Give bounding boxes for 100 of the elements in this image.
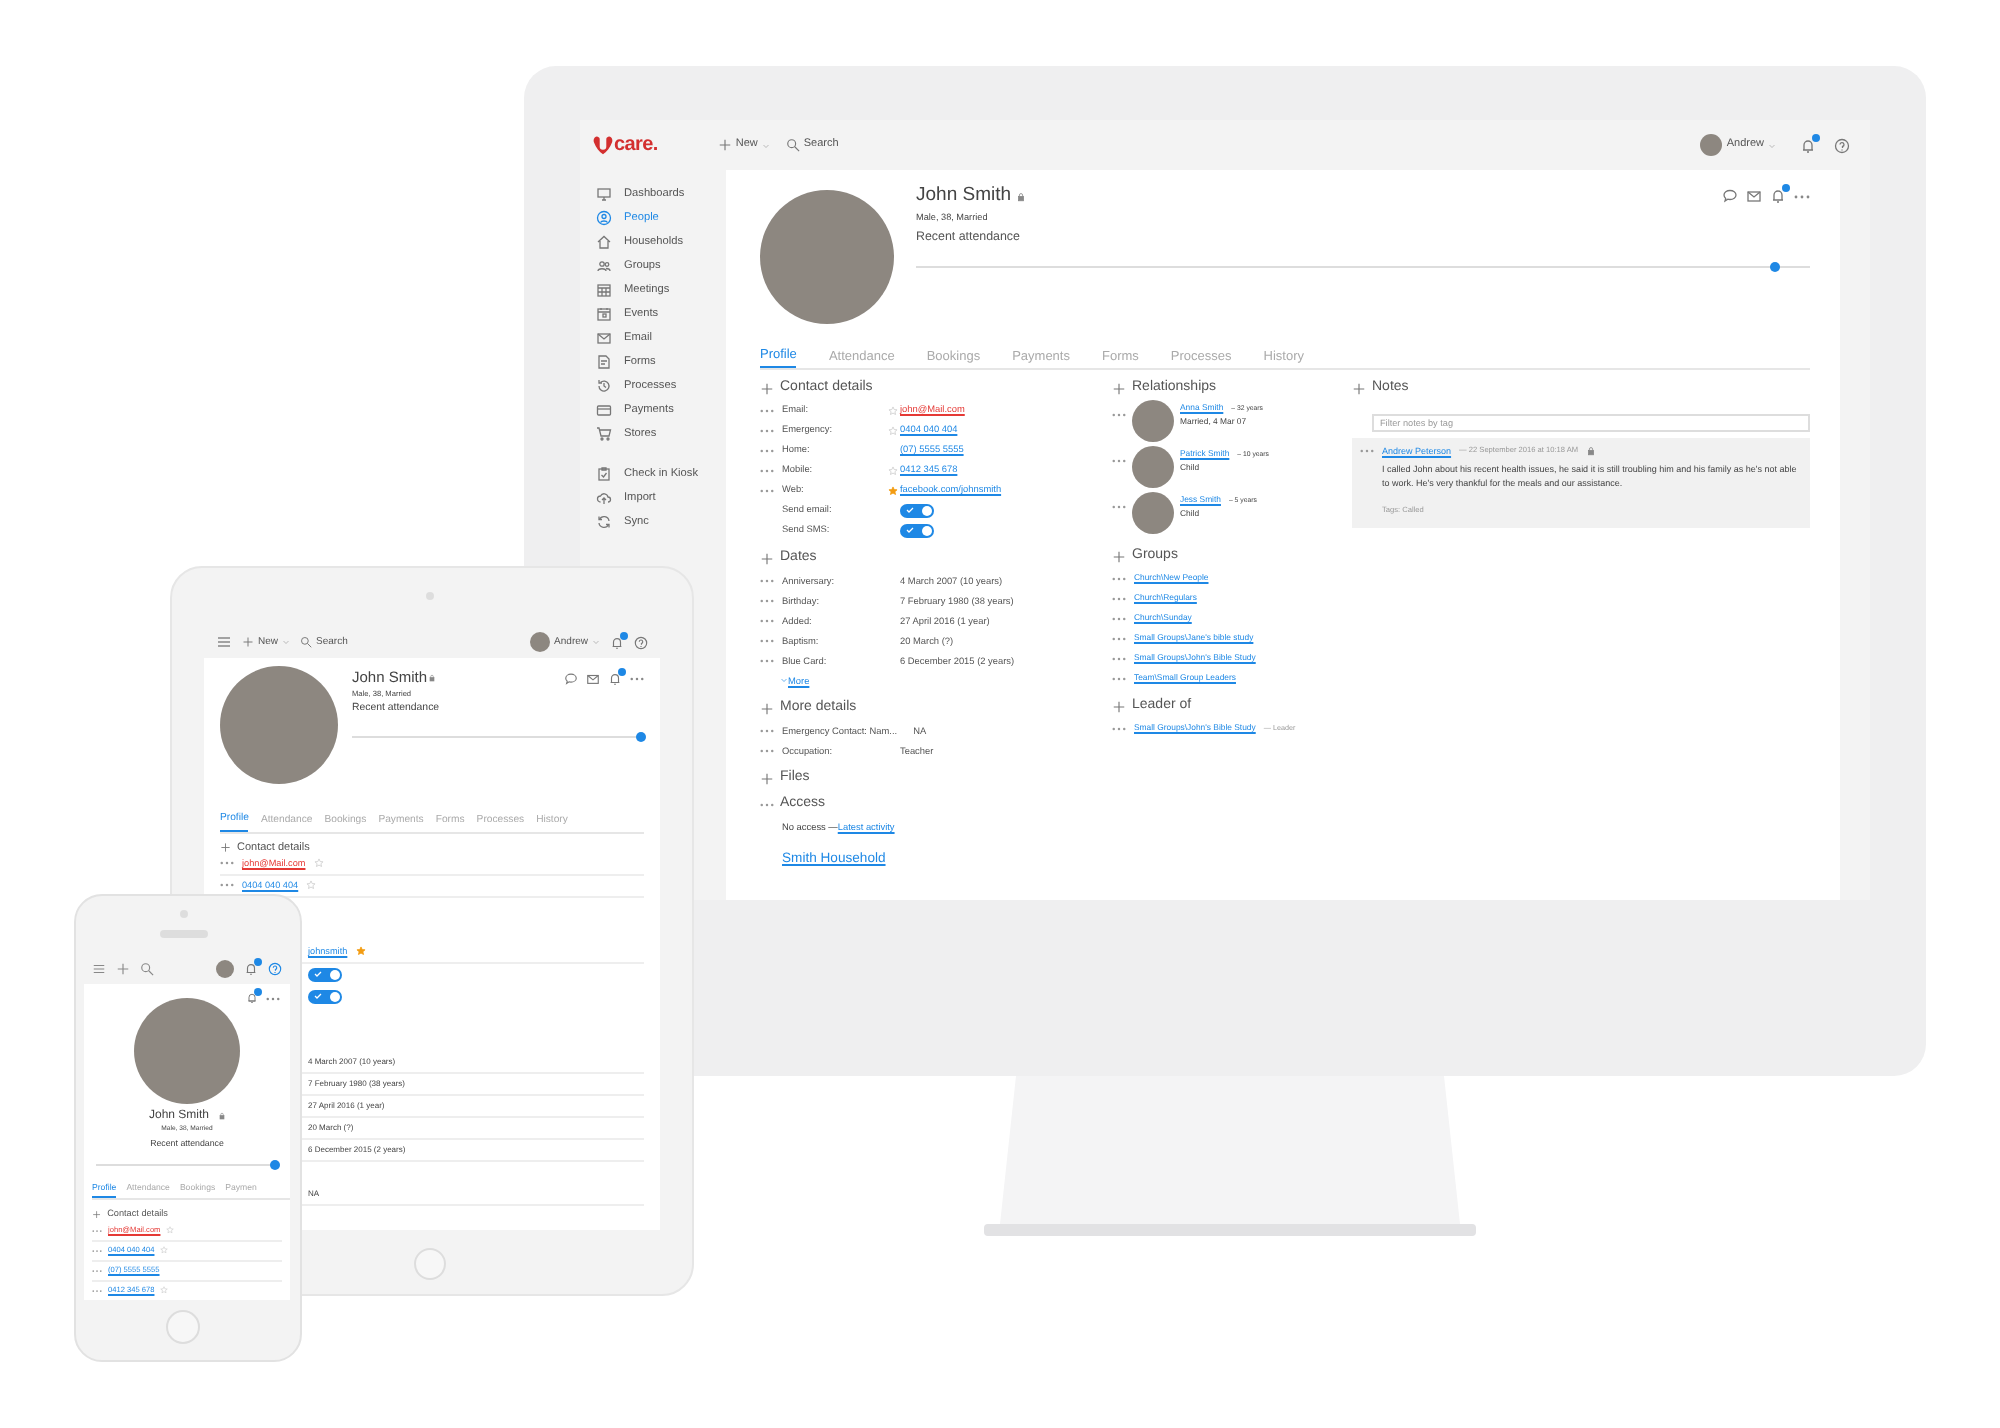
more-icon — [760, 407, 774, 414]
toggle-switch[interactable] — [308, 989, 342, 1004]
slider-thumb[interactable] — [269, 1159, 280, 1170]
plus-icon — [760, 551, 774, 566]
notification-button[interactable] — [1800, 137, 1816, 153]
more-icon — [760, 427, 774, 434]
cloud-upload-icon — [596, 490, 612, 506]
help-icon[interactable] — [634, 635, 648, 649]
more-icon — [760, 801, 774, 808]
toggle-switch[interactable] — [900, 523, 934, 538]
check-icon — [314, 992, 322, 1001]
more-icon — [1112, 615, 1126, 622]
more-icon — [760, 747, 774, 754]
star-icon[interactable] — [888, 425, 898, 436]
chat-icon[interactable] — [1722, 188, 1738, 205]
envelope-icon[interactable] — [586, 671, 600, 686]
star-icon[interactable] — [306, 880, 317, 891]
help-icon[interactable] — [268, 962, 282, 976]
more-icon — [1112, 635, 1126, 642]
clipboard-icon — [596, 466, 612, 482]
slider-thumb[interactable] — [1769, 262, 1780, 273]
more-icon — [760, 467, 774, 474]
toggle-switch[interactable] — [308, 967, 342, 982]
bell-icon — [244, 962, 258, 976]
people-icon — [596, 258, 612, 274]
check-icon — [906, 526, 914, 535]
house-icon — [596, 234, 612, 250]
more-icon — [760, 447, 774, 454]
calendar-icon — [596, 306, 612, 322]
bell-icon — [608, 671, 622, 686]
lock-icon — [217, 1112, 225, 1121]
history-icon — [596, 378, 612, 394]
bell-icon — [246, 992, 258, 1004]
more-icon — [1112, 504, 1126, 511]
more-icon — [220, 882, 234, 889]
bell-icon — [1770, 188, 1786, 205]
notification-button[interactable] — [244, 962, 258, 976]
star-icon[interactable] — [166, 1226, 175, 1235]
check-icon — [906, 506, 914, 515]
more-icon — [1112, 458, 1126, 465]
avatar — [1700, 134, 1723, 156]
search-icon[interactable] — [140, 962, 154, 976]
plus-icon[interactable] — [116, 962, 130, 976]
envelope-icon[interactable] — [1746, 188, 1762, 205]
star-icon[interactable] — [888, 465, 898, 476]
search-icon — [300, 636, 313, 648]
document-icon — [596, 354, 612, 370]
bell-icon — [1800, 137, 1816, 153]
toggle-switch[interactable] — [900, 503, 934, 518]
more-icon — [760, 657, 774, 664]
notification-button[interactable] — [1770, 188, 1786, 205]
menu-icon[interactable] — [216, 634, 232, 650]
notification-badge — [618, 667, 626, 676]
plus-icon — [717, 138, 732, 152]
help-icon[interactable] — [1834, 137, 1850, 153]
photo-placeholder — [1132, 446, 1174, 489]
photo-placeholder — [1132, 492, 1174, 535]
notification-button[interactable] — [608, 671, 622, 686]
person-name: John Smith — [916, 186, 1012, 208]
star-icon[interactable] — [888, 405, 898, 416]
more-icon — [760, 487, 774, 494]
notification-button[interactable] — [246, 992, 258, 1004]
more-icon — [760, 577, 774, 584]
more-icon — [1112, 655, 1126, 662]
star-icon[interactable] — [888, 485, 898, 496]
star-icon[interactable] — [355, 946, 366, 957]
more-icon — [266, 995, 280, 1001]
plus-icon — [760, 701, 774, 716]
menu-icon[interactable] — [92, 962, 106, 976]
more-icon — [630, 675, 644, 682]
plus-icon — [1112, 699, 1126, 714]
avatar — [216, 960, 234, 978]
card-icon — [596, 402, 612, 418]
more-icon — [1112, 675, 1126, 682]
check-icon — [314, 970, 322, 979]
notification-badge — [1782, 184, 1790, 193]
more-icon — [1112, 595, 1126, 602]
person-icon — [596, 210, 612, 226]
plus-icon — [1112, 381, 1126, 396]
envelope-icon — [596, 330, 612, 346]
more-icon[interactable] — [1794, 193, 1810, 200]
more-icon — [1112, 412, 1126, 419]
bell-icon — [610, 635, 624, 649]
star-icon[interactable] — [160, 1246, 169, 1255]
slider-thumb[interactable] — [636, 731, 647, 742]
sync-icon — [596, 514, 612, 530]
plus-icon — [760, 771, 774, 786]
more-icon — [760, 637, 774, 644]
plus-icon — [1352, 381, 1366, 396]
more-icon — [760, 727, 774, 734]
more-icon — [760, 597, 774, 604]
notification-badge — [254, 958, 262, 966]
notification-button[interactable] — [610, 635, 624, 649]
plus-icon — [92, 1209, 102, 1219]
star-icon[interactable] — [313, 858, 324, 869]
star-icon[interactable] — [160, 1286, 169, 1295]
notification-badge — [1812, 133, 1820, 141]
chat-icon[interactable] — [564, 671, 578, 686]
plus-icon — [760, 381, 774, 396]
avatar — [530, 632, 551, 652]
